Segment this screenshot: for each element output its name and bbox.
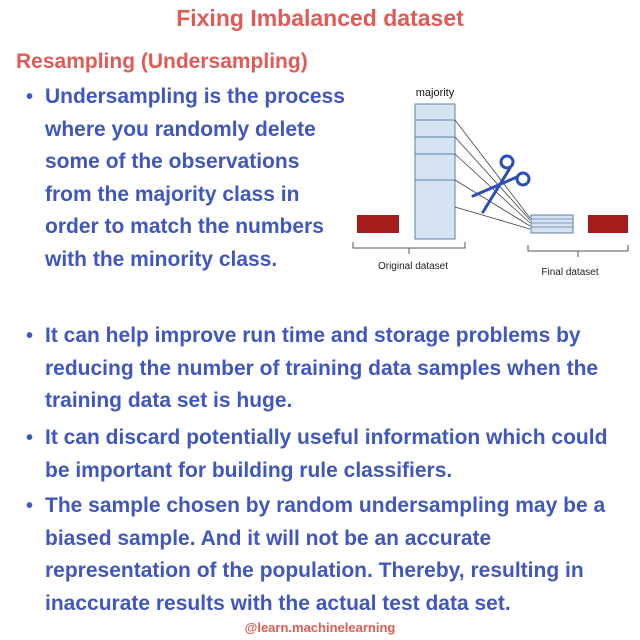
- majority-class-bar: [414, 103, 456, 240]
- final-dataset-label: Final dataset: [541, 267, 598, 278]
- page-title: Fixing Imbalanced dataset: [176, 5, 464, 31]
- original-dataset-label: Original dataset: [378, 261, 448, 272]
- footer-handle: @learn.machinelearning: [244, 620, 396, 635]
- bullet-text-4: The sample chosen by random undersamplin…: [45, 494, 606, 615]
- final-majority-stack: [530, 214, 574, 234]
- original-dataset-brace: [352, 242, 466, 254]
- final-dataset-brace: [527, 245, 629, 257]
- bullet-text-2: It can help improve run time and storage…: [45, 324, 599, 412]
- final-minority-bar: [588, 215, 628, 233]
- bullet-text-3: It can discard potentially useful inform…: [45, 426, 608, 482]
- bullet-item-4: • The sample chosen by random undersampl…: [26, 490, 635, 620]
- bullet-dot-icon: •: [26, 325, 34, 347]
- bullet-item-3: • It can discard potentially useful info…: [26, 422, 625, 487]
- bullet-item-1: • Undersampling is the process where you…: [26, 81, 345, 276]
- majority-label: majority: [416, 87, 455, 99]
- bullet-dot-icon: •: [26, 495, 34, 517]
- original-minority-bar: [357, 215, 399, 233]
- scissors-icon: [471, 154, 531, 214]
- bullet-dot-icon: •: [26, 427, 34, 449]
- bullet-item-2: • It can help improve run time and stora…: [26, 320, 625, 418]
- bullet-text-1: Undersampling is the process where you r…: [45, 85, 345, 271]
- section-subtitle: Resampling (Undersampling): [16, 50, 308, 73]
- undersampling-diagram: majority Original dataset Final dataset: [352, 87, 629, 278]
- bullet-dot-icon: •: [26, 86, 34, 108]
